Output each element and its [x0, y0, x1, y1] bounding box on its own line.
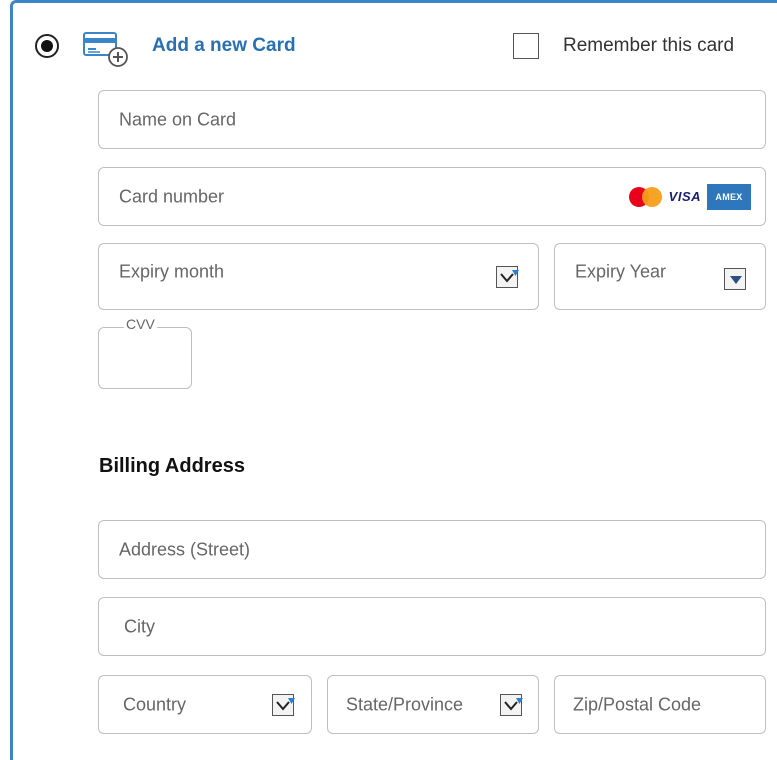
name-on-card-input[interactable]: Name on Card [98, 90, 766, 149]
chevron-down-icon[interactable] [496, 266, 519, 288]
add-card-radio[interactable] [35, 34, 59, 58]
name-on-card-placeholder: Name on Card [119, 109, 237, 129]
cvv-label: CVV [124, 316, 157, 332]
expiry-month-select[interactable]: Expiry month [98, 243, 539, 310]
mastercard-logo [628, 186, 663, 207]
chevron-down-icon[interactable] [500, 694, 523, 716]
credit-card-add-icon [83, 32, 128, 67]
remember-card-label[interactable]: Remember this card [563, 35, 734, 57]
address-street-input[interactable]: Address (Street) [98, 520, 766, 579]
address-street-placeholder: Address (Street) [119, 539, 251, 559]
expiry-month-placeholder: Expiry month [119, 261, 225, 282]
amex-logo: AMEX [707, 183, 751, 210]
billing-address-heading: Billing Address [99, 455, 245, 477]
card-number-input[interactable]: Card number VISA AMEX [98, 167, 766, 226]
city-placeholder: City [124, 616, 155, 636]
radio-selected-dot [41, 40, 53, 52]
country-select[interactable]: Country [98, 675, 312, 734]
expiry-year-select[interactable]: Expiry Year [554, 243, 766, 310]
country-placeholder: Country [123, 694, 187, 714]
expiry-year-placeholder: Expiry Year [575, 261, 667, 282]
state-province-select[interactable]: State/Province [327, 675, 539, 734]
state-province-placeholder: State/Province [346, 694, 464, 714]
cvv-input[interactable] [98, 327, 192, 389]
zip-postal-code-input[interactable]: Zip/Postal Code [554, 675, 766, 734]
chevron-down-icon[interactable] [272, 694, 295, 716]
remember-card-checkbox[interactable] [513, 33, 539, 59]
city-input[interactable]: City [98, 597, 766, 656]
visa-logo: VISA [668, 189, 701, 204]
chevron-down-icon[interactable] [724, 268, 746, 290]
card-brands: VISA AMEX [628, 183, 751, 210]
zip-postal-code-placeholder: Zip/Postal Code [573, 694, 702, 714]
add-card-label[interactable]: Add a new Card [152, 35, 296, 57]
card-number-placeholder: Card number [119, 186, 225, 206]
